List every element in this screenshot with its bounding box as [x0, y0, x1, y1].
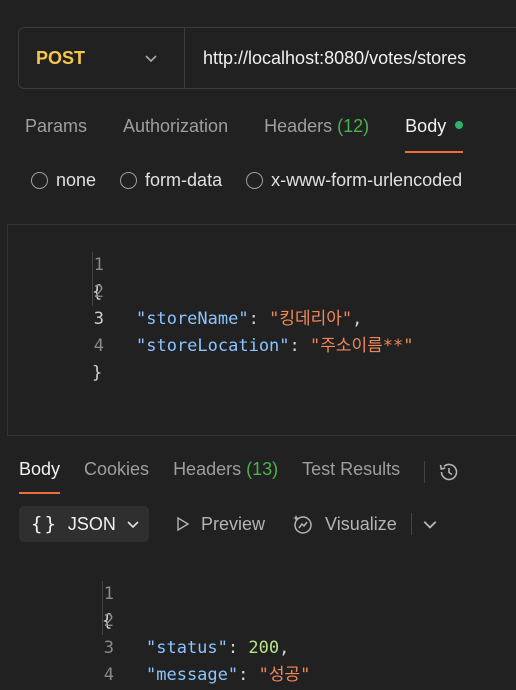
json-string: "킹데리아": [269, 309, 353, 329]
braces-icon: {}: [31, 513, 58, 535]
radio-circle-icon: [120, 172, 138, 189]
json-key: "message": [146, 665, 239, 685]
code-line: 2 "status": 200,: [18, 581, 290, 658]
visualize-button[interactable]: Visualize: [291, 512, 397, 536]
format-select[interactable]: {} JSON: [19, 506, 149, 542]
line-number: 1: [103, 584, 114, 604]
code-line: 2 "storeName": "킹데리아",: [8, 252, 363, 329]
code-line: 1 {: [18, 554, 114, 631]
chevron-down-icon[interactable]: [422, 516, 438, 532]
response-tabs: Body Cookies Headers (13) Test Results: [19, 459, 461, 494]
tab-test-results[interactable]: Test Results: [302, 459, 400, 494]
divider: [424, 461, 426, 483]
chevron-down-icon: [126, 517, 140, 531]
json-string: "주소이름**": [310, 336, 414, 356]
request-body-editor[interactable]: 1 { 2 "storeName": "킹데리아", 3 "storeLocat…: [7, 224, 516, 436]
active-dot-icon: [455, 121, 464, 130]
line-number: 2: [93, 282, 104, 302]
code-line: 4 }: [18, 635, 114, 685]
tab-label: Body: [405, 116, 447, 136]
method-select[interactable]: POST: [19, 28, 185, 88]
visualize-icon: [292, 515, 312, 534]
method-label: POST: [36, 47, 86, 68]
code-line: 1 {: [8, 225, 104, 302]
line-number: 3: [93, 309, 104, 329]
format-label: JSON: [67, 513, 116, 534]
line-number: 1: [93, 255, 104, 275]
radio-label: form-data: [145, 170, 223, 190]
json-number: 200: [248, 638, 280, 658]
headers-count: (12): [337, 116, 370, 136]
preview-button[interactable]: Preview: [175, 514, 265, 535]
code-line: 4 }: [8, 306, 104, 383]
radio-circle-icon: [31, 172, 48, 189]
body-type-radios: none form-data x-www-form-urlencoded: [31, 170, 486, 191]
history-icon[interactable]: [437, 460, 461, 484]
tab-label: Headers: [264, 116, 333, 136]
line-number: 4: [103, 665, 114, 685]
radio-urlencoded[interactable]: x-www-form-urlencoded: [246, 170, 462, 191]
tab-body[interactable]: Body: [405, 116, 464, 153]
tab-label: Body: [19, 459, 61, 479]
json-key: "status": [146, 638, 228, 658]
colon: :: [248, 309, 270, 329]
request-tabs: Params Authorization Headers (12) Body: [25, 116, 499, 153]
colon: :: [238, 665, 259, 685]
tab-headers[interactable]: Headers (12): [264, 116, 369, 152]
json-key: "storeLocation": [136, 336, 290, 356]
play-icon: [177, 516, 190, 532]
tab-label: Params: [25, 116, 88, 136]
url-input[interactable]: http://localhost:8080/votes/stores: [185, 48, 466, 69]
tab-label: Headers: [173, 459, 242, 479]
response-body-viewer[interactable]: 1 { 2 "status": 200, 3 "message": "성공" 4…: [18, 554, 516, 685]
line-number: 2: [103, 611, 114, 631]
code-line: 3 "message": "성공": [18, 608, 311, 685]
request-bar: POST http://localhost:8080/votes/stores: [18, 27, 516, 89]
colon: :: [227, 638, 249, 658]
headers-count: (13): [246, 459, 279, 479]
line-number: 4: [93, 336, 104, 356]
brace: }: [92, 363, 103, 383]
colon: :: [289, 336, 311, 356]
json-string: "성공": [258, 665, 311, 685]
radio-label: x-www-form-urlencoded: [271, 170, 463, 190]
line-number: 3: [103, 638, 114, 658]
tab-label: Test Results: [302, 459, 401, 479]
visualize-label: Visualize: [325, 513, 397, 534]
radio-none[interactable]: none: [31, 170, 96, 191]
json-key: "storeName": [136, 309, 249, 329]
tab-params[interactable]: Params: [25, 116, 87, 152]
chevron-down-icon: [144, 51, 158, 65]
comma: ,: [279, 638, 290, 658]
preview-label: Preview: [201, 513, 266, 534]
tab-response-body[interactable]: Body: [19, 459, 61, 494]
tab-cookies[interactable]: Cookies: [84, 459, 149, 494]
radio-form-data[interactable]: form-data: [120, 170, 222, 191]
tab-response-headers[interactable]: Headers (13): [173, 459, 278, 494]
radio-circle-icon: [246, 172, 264, 189]
tab-authorization[interactable]: Authorization: [123, 116, 228, 152]
code-line: 3 "storeLocation": "주소이름**": [8, 279, 414, 356]
tab-label: Authorization: [123, 116, 229, 136]
comma: ,: [352, 309, 363, 329]
radio-label: none: [56, 170, 97, 190]
divider: [410, 513, 412, 535]
response-toolbar: {} JSON Preview Visualize: [19, 506, 438, 542]
tab-label: Cookies: [84, 459, 150, 479]
